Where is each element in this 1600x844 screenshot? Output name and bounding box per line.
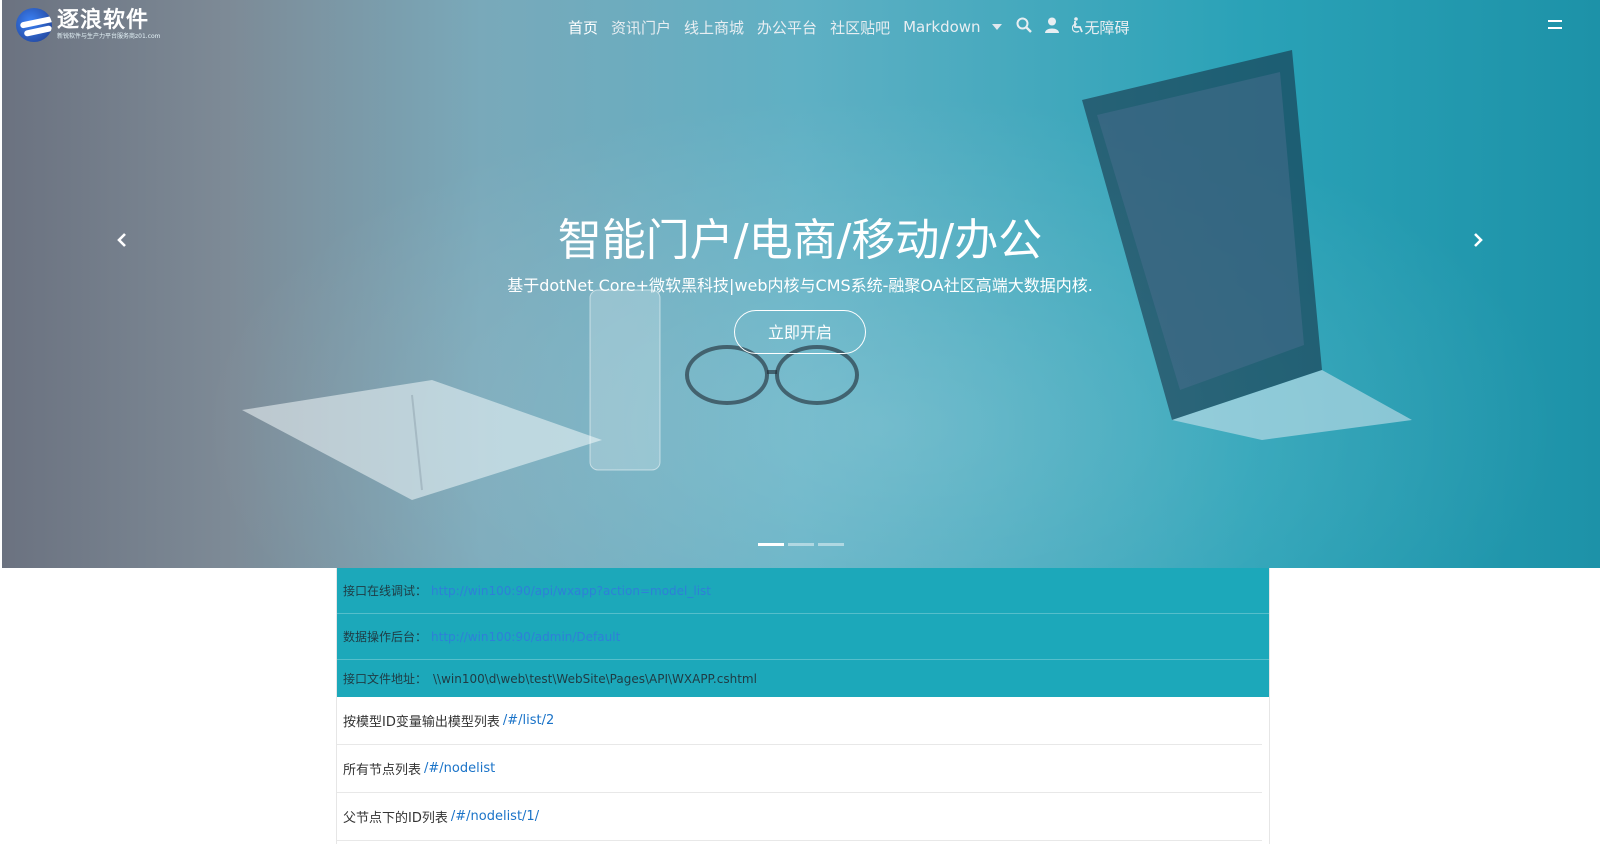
carousel-indicators — [758, 543, 848, 546]
api-debug-row: 接口在线调试： http://win100:90/api/wxapp?actio… — [337, 568, 1269, 614]
api-file-label: 接口文件地址： — [343, 672, 428, 686]
nav-item-news-portal[interactable]: 资讯门户 — [611, 17, 671, 38]
top-navbar: 逐浪软件 新锐软件与生产力平台服务商z01.com 首页 资讯门户 线上商城 办… — [0, 0, 1600, 54]
nav-item-office-platform[interactable]: 办公平台 — [757, 17, 817, 38]
nav-item-community[interactable]: 社区贴吧 — [830, 17, 890, 38]
logo-icon — [16, 8, 52, 42]
admin-backend-link[interactable]: http://win100:90/admin/Default — [431, 630, 620, 644]
carousel-dot-2[interactable] — [788, 543, 814, 546]
list-item: 所有节点列表 /#/nodelist — [337, 745, 1262, 793]
brand-name: 逐浪软件 — [57, 8, 150, 33]
search-icon[interactable] — [1016, 17, 1032, 37]
admin-backend-label: 数据操作后台： — [343, 630, 428, 644]
chevron-down-icon[interactable] — [991, 24, 1002, 30]
api-file-path: \\win100\d\web\test\WebSite\Pages\API\WX… — [433, 671, 757, 686]
hero-subtitle: 基于dotNet Core+微软黑科技|web内核与CMS系统-融聚OA社区高端… — [507, 276, 1093, 295]
start-now-button[interactable]: 立即开启 — [734, 310, 866, 354]
content-panel: 接口在线调试： http://win100:90/api/wxapp?actio… — [336, 568, 1270, 844]
accessibility-icon[interactable] — [1071, 17, 1084, 37]
route-label: 按模型ID变量输出模型列表 — [343, 715, 500, 730]
api-debug-link[interactable]: http://win100:90/api/wxapp?action=model_… — [431, 584, 711, 598]
api-file-row: 接口文件地址： \\win100\d\web\test\WebSite\Page… — [337, 660, 1269, 697]
carousel-dot-3[interactable] — [818, 543, 844, 546]
menu-icon[interactable] — [1548, 18, 1564, 32]
route-link[interactable]: /#/list/2 — [503, 713, 554, 728]
nav-item-accessibility[interactable]: 无障碍 — [1085, 17, 1130, 38]
api-debug-label: 接口在线调试： — [343, 584, 428, 598]
user-icon[interactable] — [1044, 17, 1060, 37]
admin-backend-row: 数据操作后台： http://win100:90/admin/Default — [337, 614, 1269, 660]
notebook-illustration — [242, 380, 602, 500]
brand-tagline: 新锐软件与生产力平台服务商z01.com — [57, 33, 161, 40]
route-label: 所有节点列表 — [343, 763, 422, 778]
main-nav: 首页 资讯门户 线上商城 办公平台 社区贴吧 Markdown 无障碍 — [568, 17, 1143, 37]
nav-item-online-store[interactable]: 线上商城 — [684, 17, 744, 38]
brand-logo[interactable]: 逐浪软件 新锐软件与生产力平台服务商z01.com — [16, 8, 161, 42]
glass-illustration — [589, 289, 661, 471]
nav-item-home[interactable]: 首页 — [568, 17, 598, 38]
route-link[interactable]: /#/nodelist — [424, 761, 495, 776]
nav-item-markdown[interactable]: Markdown — [903, 18, 980, 36]
api-info-block: 接口在线调试： http://win100:90/api/wxapp?actio… — [337, 568, 1269, 697]
route-link[interactable]: /#/nodelist/1/ — [451, 809, 539, 824]
list-item: 按模型ID变量输出模型列表 /#/list/2 — [337, 697, 1262, 745]
hero-title: 智能门户/电商/移动/办公 — [557, 215, 1043, 266]
list-item: 父节点下的ID列表 /#/nodelist/1/ — [337, 793, 1262, 841]
carousel-dot-1[interactable] — [758, 543, 784, 546]
route-label: 父节点下的ID列表 — [343, 811, 448, 826]
